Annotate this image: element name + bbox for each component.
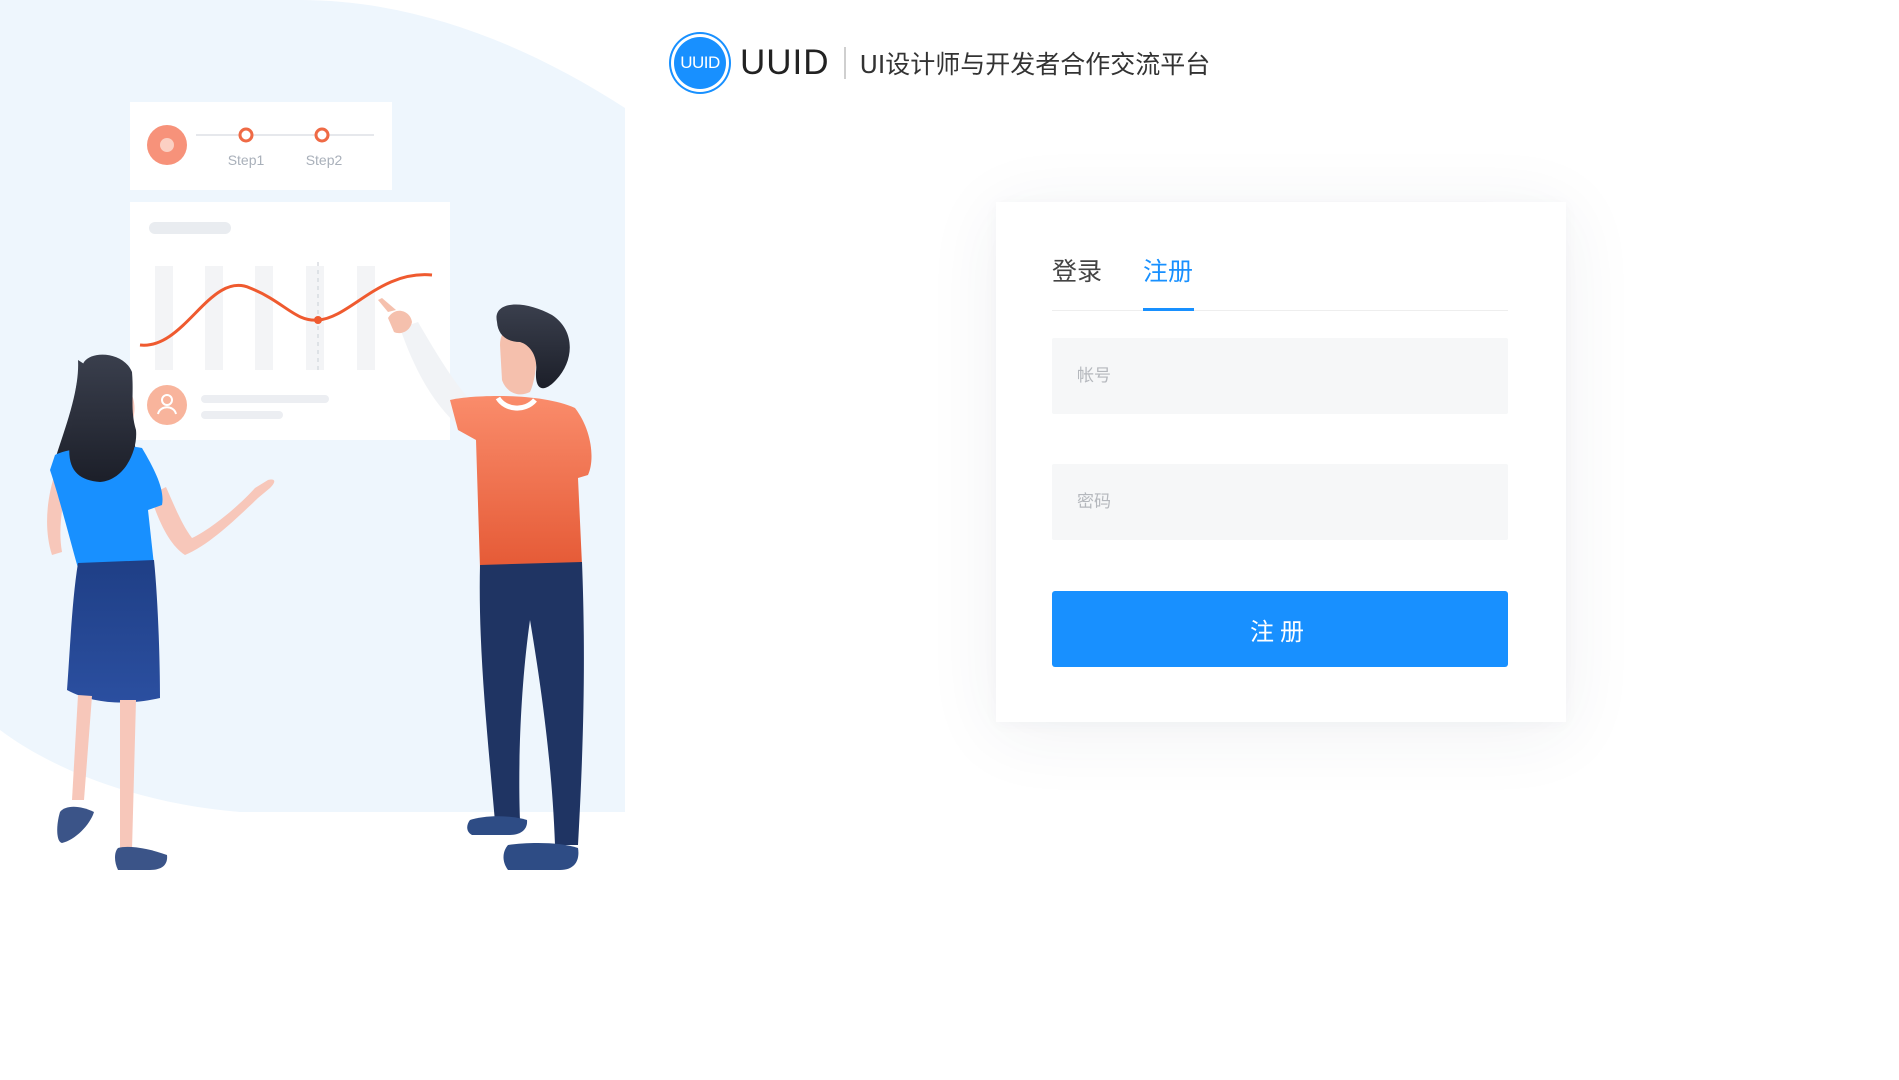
hero-illustration: Step1 Step2 [0, 0, 640, 880]
logo-name[interactable]: UUID [740, 43, 830, 83]
tab-login[interactable]: 登录 [1052, 252, 1102, 310]
step-label-1: Step1 [227, 152, 265, 168]
tab-register[interactable]: 注册 [1143, 252, 1193, 310]
step-label-2: Step2 [305, 152, 343, 168]
active-tab-indicator [1143, 308, 1194, 311]
password-field [1052, 464, 1508, 540]
uuid-logo-icon[interactable]: UUID [674, 37, 726, 89]
account-field [1052, 338, 1508, 414]
site-slogan: UI设计师与开发者合作交流平台 [859, 50, 1211, 79]
register-page: Step1 Step2 UUID UUID UI设计师与开发者合作交流平台 登录… [0, 0, 1899, 1080]
account-input[interactable] [1052, 338, 1508, 414]
auth-card: 登录 注册 注册 [996, 202, 1566, 722]
site-header: UUID UUID UI设计师与开发者合作交流平台 [674, 33, 1210, 93]
team-illustration [0, 0, 625, 870]
register-submit-button[interactable]: 注册 [1052, 591, 1508, 667]
auth-tabs: 登录 注册 [1052, 252, 1508, 311]
password-input[interactable] [1052, 464, 1508, 540]
header-divider [843, 47, 846, 79]
